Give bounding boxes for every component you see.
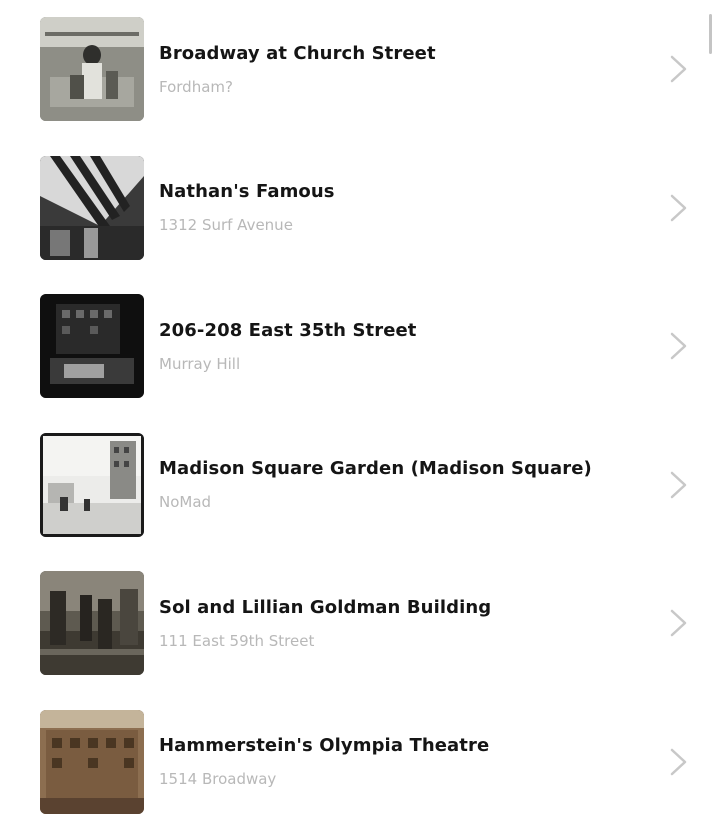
item-title: 206-208 East 35th Street [159, 319, 417, 341]
location-list: Broadway at Church Street Fordham? Natha… [0, 0, 712, 815]
list-item[interactable]: Madison Square Garden (Madison Square) N… [0, 416, 712, 555]
item-title: Nathan's Famous [159, 181, 335, 203]
item-text: 206-208 East 35th Street Murray Hill [159, 320, 612, 373]
list-item[interactable]: Sol and Lillian Goldman Building 111 Eas… [0, 554, 712, 693]
item-subtitle: 1312 Surf Avenue [159, 216, 293, 235]
item-text: Madison Square Garden (Madison Square) N… [159, 458, 612, 511]
photo-crowd-field-icon [40, 17, 144, 122]
item-title: Hammerstein's Olympia Theatre [159, 735, 490, 757]
photo-building-night-icon [40, 294, 144, 399]
item-title: Sol and Lillian Goldman Building [159, 596, 492, 618]
photo-awning-icon [40, 155, 144, 260]
item-subtitle: NoMad [159, 493, 212, 512]
photo-street-scene-icon [40, 432, 144, 537]
list-item[interactable]: 206-208 East 35th Street Murray Hill [0, 277, 712, 416]
list-item[interactable]: Nathan's Famous 1312 Surf Avenue [0, 139, 712, 278]
item-subtitle: Fordham? [159, 77, 233, 96]
photo-theatre-icon [40, 709, 144, 814]
item-text: Broadway at Church Street Fordham? [159, 43, 612, 96]
chevron-right-icon [668, 747, 690, 777]
location-list-screen: Broadway at Church Street Fordham? Natha… [0, 0, 712, 815]
item-text: Sol and Lillian Goldman Building 111 Eas… [159, 597, 612, 650]
chevron-right-icon [668, 470, 690, 500]
chevron-right-icon [668, 193, 690, 223]
item-text: Hammerstein's Olympia Theatre 1514 Broad… [159, 735, 612, 788]
chevron-right-icon [668, 54, 690, 84]
item-title: Madison Square Garden (Madison Square) [159, 458, 592, 480]
item-text: Nathan's Famous 1312 Surf Avenue [159, 181, 612, 234]
item-subtitle: 111 East 59th Street [159, 631, 315, 650]
photo-street-people-icon [40, 571, 144, 676]
chevron-right-icon [668, 608, 690, 638]
chevron-right-icon [668, 331, 690, 361]
list-item[interactable]: Broadway at Church Street Fordham? [0, 0, 712, 139]
item-title: Broadway at Church Street [159, 42, 436, 64]
list-item[interactable]: Hammerstein's Olympia Theatre 1514 Broad… [0, 693, 712, 815]
item-subtitle: 1514 Broadway [159, 770, 277, 789]
item-subtitle: Murray Hill [159, 354, 241, 373]
